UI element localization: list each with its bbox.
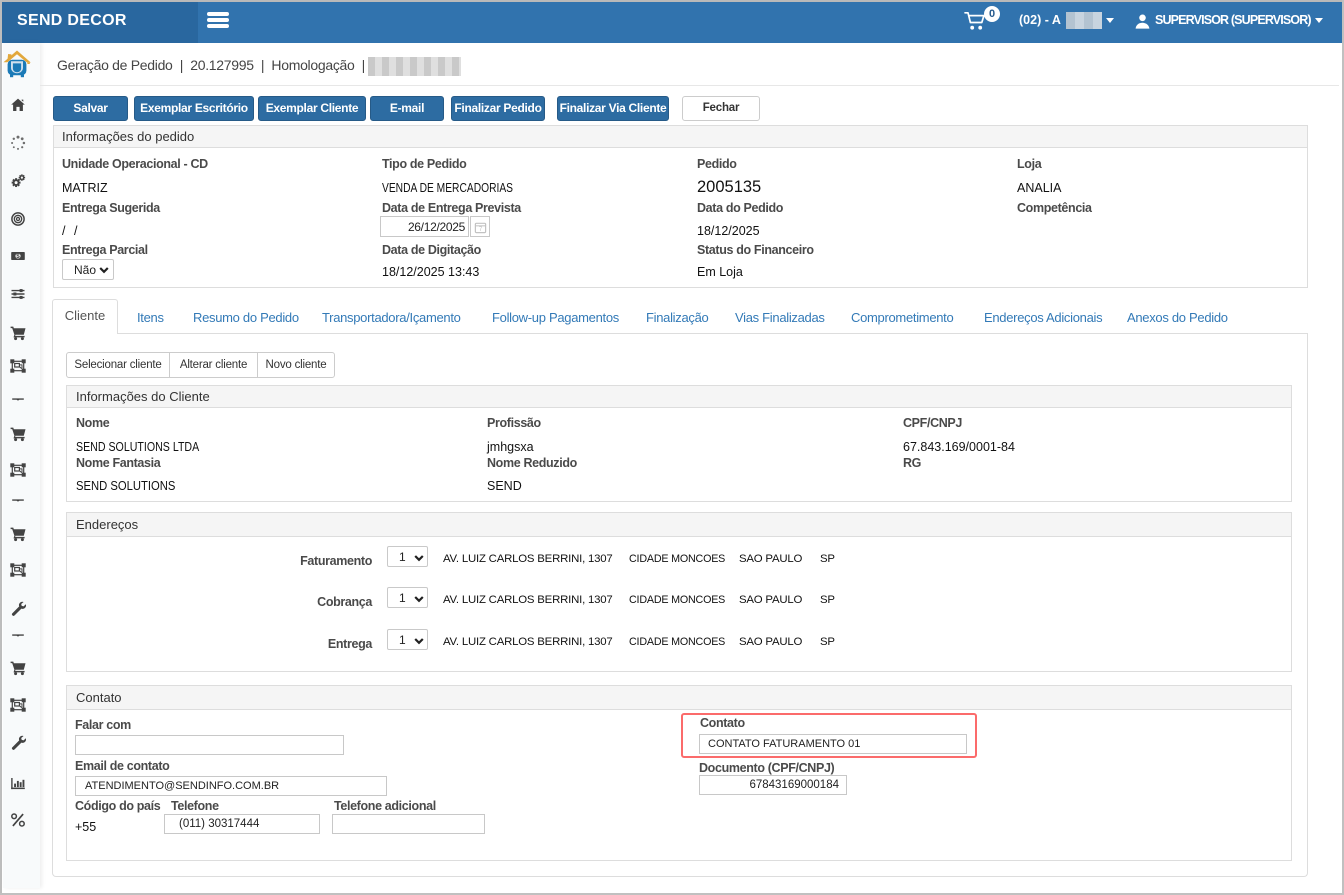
svg-text:$: $	[16, 253, 20, 260]
